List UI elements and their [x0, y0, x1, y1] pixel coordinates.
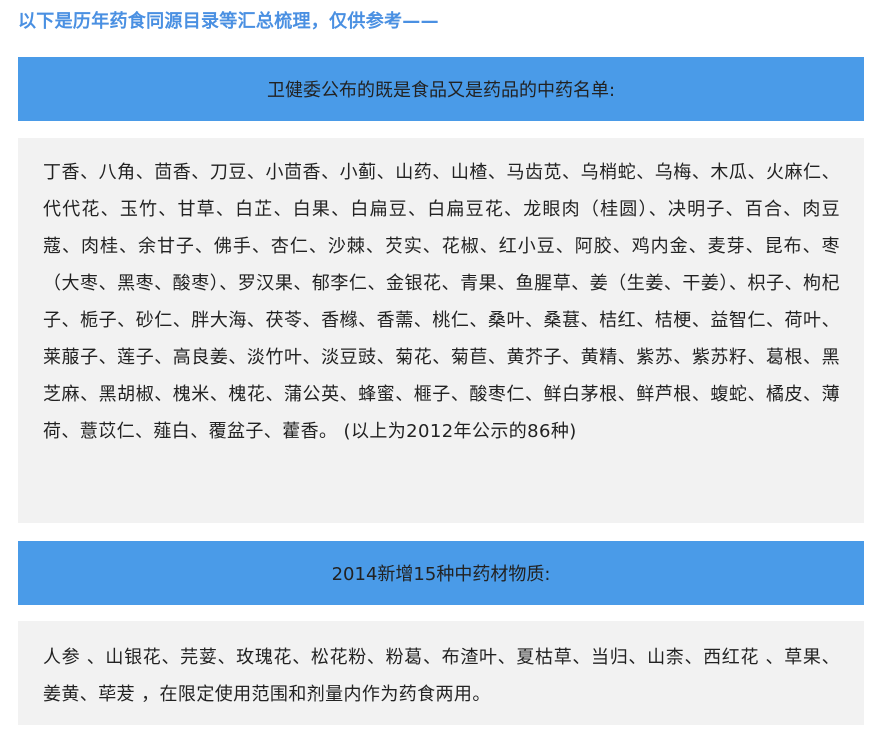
section2-body: 人参 、山银花、芫荽、玫瑰花、松花粉、粉葛、布渣叶、夏枯草、当归、山柰、西红花 …: [43, 647, 840, 705]
article: 以下是历年药食同源目录等汇总梳理，仅供参考—— 卫健委公布的既是食品又是药品的中…: [0, 0, 882, 737]
section1-heading: 卫健委公布的既是食品又是药品的中药名单:: [266, 80, 616, 101]
section1-heading-banner: 卫健委公布的既是食品又是药品的中药名单:: [18, 57, 864, 121]
section2-heading: 2014新增15种中药材物质:: [331, 564, 551, 585]
section2-heading-banner: 2014新增15种中药材物质:: [18, 541, 864, 605]
section1-content-box: 丁香、八角、茴香、刀豆、小茴香、小蓟、山药、山楂、马齿苋、乌梢蛇、乌梅、木瓜、火…: [18, 138, 864, 523]
intro-text: 以下是历年药食同源目录等汇总梳理，仅供参考——: [18, 11, 439, 32]
section1-body: 丁香、八角、茴香、刀豆、小茴香、小蓟、山药、山楂、马齿苋、乌梢蛇、乌梅、木瓜、火…: [43, 162, 840, 442]
section2-content-box: 人参 、山银花、芫荽、玫瑰花、松花粉、粉葛、布渣叶、夏枯草、当归、山柰、西红花 …: [18, 621, 864, 725]
